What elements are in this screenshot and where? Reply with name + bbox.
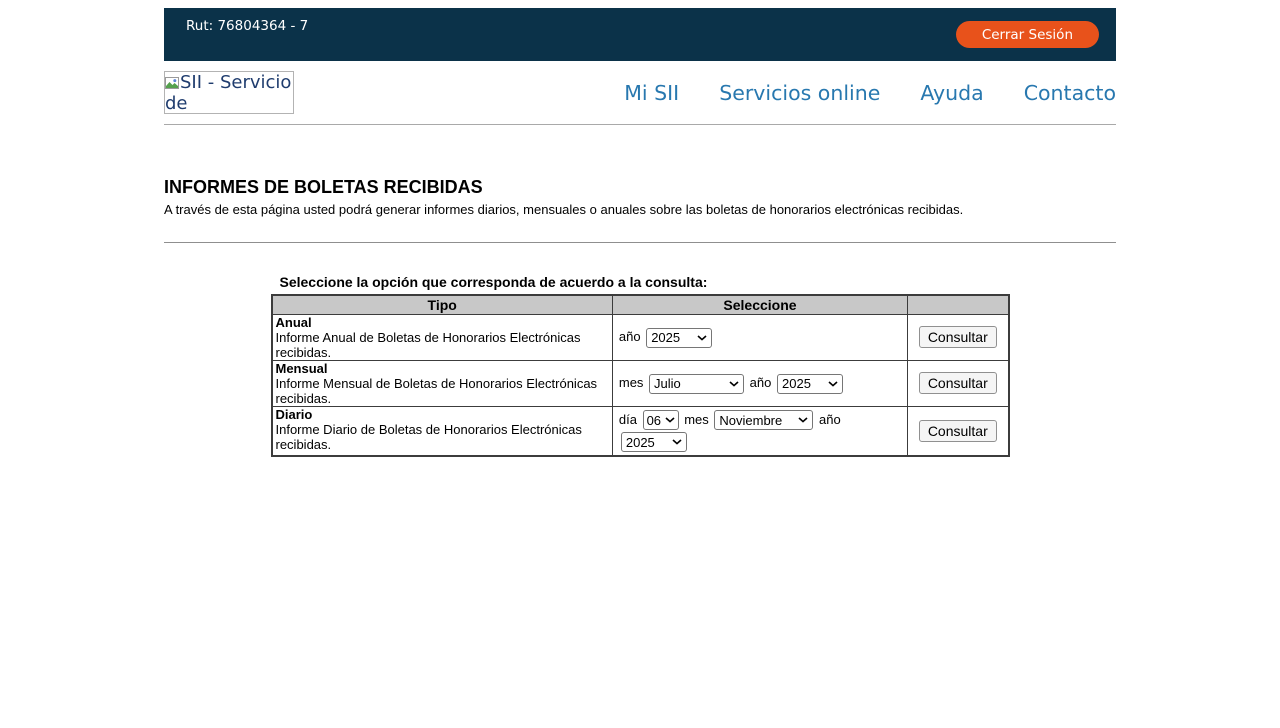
table-row-diario: Diario Informe Diario de Boletas de Hono…: [272, 406, 1009, 456]
mensual-desc: Informe Mensual de Boletas de Honorarios…: [276, 376, 598, 406]
diario-tipo-cell: Diario Informe Diario de Boletas de Hono…: [272, 406, 613, 456]
anual-year-value: 2025: [651, 330, 680, 345]
anual-action-cell: Consultar: [908, 314, 1009, 360]
header-divider: [164, 124, 1116, 125]
mensual-year-value: 2025: [782, 376, 811, 391]
anual-title: Anual: [276, 315, 312, 330]
page-description: A través de esta página usted podrá gene…: [164, 203, 1116, 217]
diario-action-cell: Consultar: [908, 406, 1009, 456]
mensual-month-label: mes: [619, 375, 644, 390]
table-caption: Seleccione la opción que corresponda de …: [271, 274, 1010, 290]
sii-logo-broken-image[interactable]: SII - Servicio de: [164, 71, 294, 114]
site-header: SII - Servicio de Mi SII Servicios onlin…: [164, 61, 1116, 124]
main-nav: Mi SII Servicios online Ayuda Contacto: [584, 81, 1116, 105]
mensual-action-cell: Consultar: [908, 360, 1009, 406]
mensual-select-cell: mes Julio año 2025: [612, 360, 907, 406]
logout-button[interactable]: Cerrar Sesión: [956, 21, 1099, 48]
nav-ayuda[interactable]: Ayuda: [920, 81, 983, 105]
anual-year-label: año: [619, 329, 641, 344]
mensual-title: Mensual: [276, 361, 328, 376]
section-divider: [164, 242, 1116, 243]
diario-day-select[interactable]: 06: [643, 410, 679, 430]
page-container: Rut: 76804364 - 7 Cerrar Sesión SII - Se…: [164, 8, 1116, 457]
table-row-anual: Anual Informe Anual de Boletas de Honora…: [272, 314, 1009, 360]
diario-month-label: mes: [684, 412, 709, 427]
diario-title: Diario: [276, 407, 313, 422]
anual-select-cell: año 2025: [612, 314, 907, 360]
diario-month-value: Noviembre: [719, 413, 782, 428]
header-seleccione: Seleccione: [612, 295, 907, 314]
nav-contacto[interactable]: Contacto: [1024, 81, 1116, 105]
diario-day-label: día: [619, 412, 637, 427]
diario-day-value: 06: [647, 413, 661, 428]
chevron-down-icon: [672, 439, 682, 445]
header-action: [908, 295, 1009, 314]
diario-year-value: 2025: [626, 435, 655, 450]
informes-table: Tipo Seleccione Anual Informe Anual de B…: [271, 294, 1010, 457]
consultar-diario-button[interactable]: Consultar: [919, 420, 997, 442]
anual-desc: Informe Anual de Boletas de Honorarios E…: [276, 330, 581, 360]
anual-year-select[interactable]: 2025: [646, 328, 712, 348]
page-title: INFORMES DE BOLETAS RECIBIDAS: [164, 178, 1116, 197]
diario-month-select[interactable]: Noviembre: [714, 410, 813, 430]
mensual-year-select[interactable]: 2025: [777, 374, 843, 394]
diario-year-select[interactable]: 2025: [621, 432, 687, 452]
diario-desc: Informe Diario de Boletas de Honorarios …: [276, 422, 582, 452]
session-bar: Rut: 76804364 - 7 Cerrar Sesión: [164, 8, 1116, 61]
mensual-tipo-cell: Mensual Informe Mensual de Boletas de Ho…: [272, 360, 613, 406]
mensual-year-label: año: [750, 375, 772, 390]
nav-servicios-online[interactable]: Servicios online: [719, 81, 880, 105]
chevron-down-icon: [729, 381, 739, 387]
nav-mi-sii[interactable]: Mi SII: [624, 81, 679, 105]
diario-year-label: año: [819, 412, 841, 427]
chevron-down-icon: [828, 381, 838, 387]
chevron-down-icon: [697, 335, 707, 341]
table-header-row: Tipo Seleccione: [272, 295, 1009, 314]
consultar-mensual-button[interactable]: Consultar: [919, 372, 997, 394]
diario-select-cell: día 06 mes Noviembre año 2025: [612, 406, 907, 456]
rut-label: Rut: 76804364 - 7: [186, 18, 308, 34]
chevron-down-icon: [665, 417, 675, 423]
mensual-month-select[interactable]: Julio: [649, 374, 744, 394]
mensual-month-value: Julio: [654, 376, 681, 391]
consulta-section: Seleccione la opción que corresponda de …: [271, 274, 1010, 457]
anual-tipo-cell: Anual Informe Anual de Boletas de Honora…: [272, 314, 613, 360]
header-tipo: Tipo: [272, 295, 613, 314]
consultar-anual-button[interactable]: Consultar: [919, 326, 997, 348]
table-row-mensual: Mensual Informe Mensual de Boletas de Ho…: [272, 360, 1009, 406]
logo-alt-text: SII - Servicio de: [165, 72, 291, 114]
chevron-down-icon: [798, 417, 808, 423]
broken-image-icon: [165, 77, 179, 90]
